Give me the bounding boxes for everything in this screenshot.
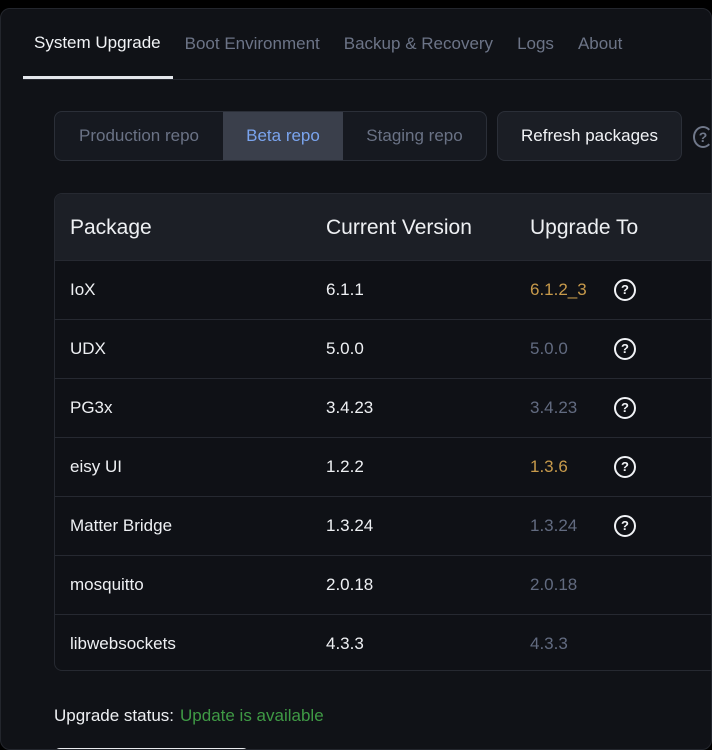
upgrade-status-value: Update is available	[180, 706, 324, 725]
tab-system-upgrade[interactable]: System Upgrade	[23, 9, 173, 79]
current-version: 5.0.0	[326, 339, 364, 358]
header-package: Package	[70, 216, 152, 239]
upgrade-version: 2.0.18	[530, 575, 578, 594]
question-circle-icon[interactable]: ?	[614, 338, 636, 360]
upgrade-status: Upgrade status: Update is available	[54, 706, 324, 726]
package-name: libwebsockets	[70, 634, 176, 653]
upgrade-version: 1.3.24	[530, 516, 578, 535]
current-version: 4.3.3	[326, 634, 364, 653]
tab-logs[interactable]: Logs	[505, 9, 566, 79]
production-repo-button[interactable]: Production repo	[55, 112, 223, 160]
package-name: PG3x	[70, 398, 113, 417]
question-circle-icon[interactable]: ?	[614, 456, 636, 478]
table-row: Matter Bridge 1.3.24 1.3.24 ?	[55, 497, 711, 556]
beta-repo-button[interactable]: Beta repo	[223, 112, 343, 160]
refresh-packages-button[interactable]: Refresh packages	[497, 111, 682, 161]
tab-about[interactable]: About	[566, 9, 634, 79]
current-version: 2.0.18	[326, 575, 374, 594]
package-name: IoX	[70, 280, 96, 299]
upgrade-version: 4.3.3	[530, 634, 568, 653]
package-name: Matter Bridge	[70, 516, 173, 535]
header-upgrade-to: Upgrade To	[530, 216, 639, 239]
current-version: 3.4.23	[326, 398, 374, 417]
question-circle-icon[interactable]: ?	[614, 515, 636, 537]
package-name: mosquitto	[70, 575, 144, 594]
packages-table: Package Current Version Upgrade To IoX 6…	[54, 193, 711, 671]
upgrade-version: 6.1.2_3	[530, 280, 587, 299]
tab-boot-environment[interactable]: Boot Environment	[173, 9, 332, 79]
repo-selector: Production repo Beta repo Staging repo	[54, 111, 487, 161]
upgrade-version: 5.0.0	[530, 339, 568, 358]
upgrade-version: 3.4.23	[530, 398, 578, 417]
tab-bar: System Upgrade Boot Environment Backup &…	[23, 9, 711, 80]
table-header: Package Current Version Upgrade To	[55, 194, 711, 261]
upgrade-panel: System Upgrade Boot Environment Backup &…	[0, 8, 712, 750]
help-icon[interactable]: ?	[693, 126, 711, 148]
current-version: 6.1.1	[326, 280, 364, 299]
current-version: 1.2.2	[326, 457, 364, 476]
question-circle-icon[interactable]: ?	[614, 397, 636, 419]
upgrade-status-label: Upgrade status:	[54, 706, 175, 725]
current-version: 1.3.24	[326, 516, 374, 535]
question-circle-icon[interactable]: ?	[614, 279, 636, 301]
package-name: UDX	[70, 339, 106, 358]
table-row: eisy UI 1.2.2 1.3.6 ?	[55, 438, 711, 497]
table-row: PG3x 3.4.23 3.4.23 ?	[55, 379, 711, 438]
package-name: eisy UI	[70, 457, 122, 476]
table-row: mosquitto 2.0.18 2.0.18	[55, 556, 711, 615]
table-row: libwebsockets 4.3.3 4.3.3	[55, 615, 711, 670]
staging-repo-button[interactable]: Staging repo	[343, 112, 486, 160]
table-row: UDX 5.0.0 5.0.0 ?	[55, 320, 711, 379]
tab-backup-recovery[interactable]: Backup & Recovery	[332, 9, 505, 79]
header-current-version: Current Version	[326, 216, 472, 239]
table-row: IoX 6.1.1 6.1.2_3 ?	[55, 261, 711, 320]
upgrade-version: 1.3.6	[530, 457, 568, 476]
